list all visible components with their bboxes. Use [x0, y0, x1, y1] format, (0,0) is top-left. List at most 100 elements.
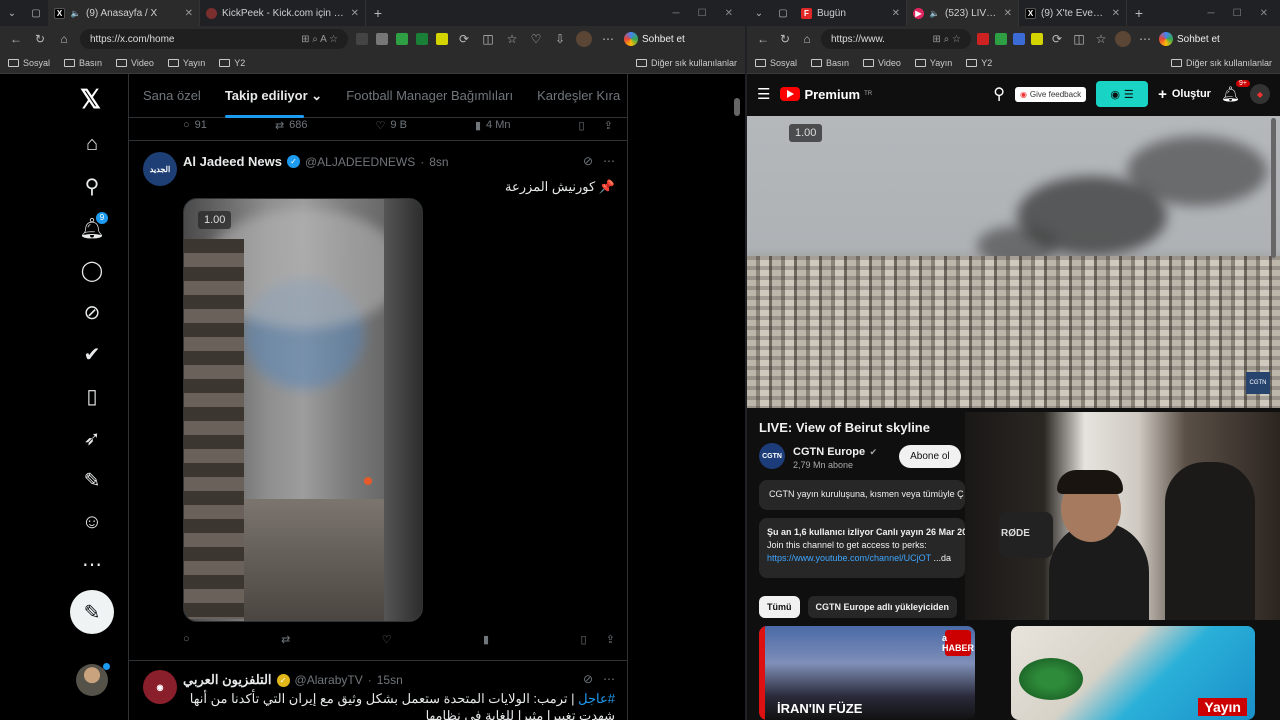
- drafts-icon[interactable]: ✎: [80, 468, 104, 492]
- extension-icon[interactable]: [436, 33, 448, 45]
- extension-icon[interactable]: [356, 33, 368, 45]
- site-tools-icon[interactable]: ⊞ ⌕ A ☆: [301, 34, 338, 45]
- tab-actions-icon[interactable]: ⌄: [0, 0, 24, 26]
- channel-link[interactable]: https://www.youtube.com/channel/UCjOT: [767, 553, 931, 563]
- tab-following[interactable]: Takip ediliyor ⌄: [224, 88, 322, 118]
- bookmark-folder-other[interactable]: Diğer sık kullanılanlar: [1170, 58, 1272, 68]
- new-tab-icon[interactable]: +: [366, 0, 390, 26]
- minimize-icon[interactable]: ─: [1208, 8, 1215, 19]
- post-time[interactable]: 8sn: [429, 155, 448, 169]
- close-tab-icon[interactable]: ✕: [351, 8, 359, 19]
- subscribe-button[interactable]: Abone ol: [899, 444, 961, 468]
- workspaces-icon[interactable]: ▢: [24, 0, 48, 26]
- extension-icon[interactable]: [376, 33, 388, 45]
- reply-button[interactable]: ○ 91: [183, 119, 207, 131]
- bookmark-folder-video[interactable]: Video: [116, 58, 154, 68]
- bookmark-share[interactable]: ▯ ⇪: [581, 633, 615, 646]
- refresh-icon[interactable]: ↻: [32, 32, 48, 46]
- views-button[interactable]: ▮: [483, 633, 489, 646]
- page-scrollbar[interactable]: [734, 98, 740, 116]
- copilot-chat-button[interactable]: Sohbet et: [1159, 32, 1220, 46]
- tab-x-event[interactable]: X (9) X'te Event EXTRA ✕: [1019, 0, 1127, 26]
- author-name[interactable]: Al Jadeed News: [183, 154, 282, 169]
- favorites-icon[interactable]: ☆: [1093, 32, 1109, 46]
- tab-actions-icon[interactable]: ⌄: [747, 0, 771, 26]
- copilot-chat-button[interactable]: Sohbet et: [624, 32, 685, 46]
- close-window-icon[interactable]: ✕: [725, 8, 733, 19]
- workspaces-icon[interactable]: ▢: [771, 0, 795, 26]
- sync-icon[interactable]: ⟳: [1049, 32, 1065, 46]
- notifications-bell-icon[interactable]: 🔔︎ 9+: [1221, 80, 1250, 103]
- author-handle[interactable]: @AlarabyTV: [295, 673, 363, 687]
- post-time[interactable]: 15sn: [377, 673, 403, 687]
- post-avatar[interactable]: ◉: [143, 670, 177, 704]
- tab-for-you[interactable]: Sana özel: [143, 88, 201, 103]
- messages-icon[interactable]: ◯: [80, 258, 104, 282]
- views-button[interactable]: ▮ 4 Mn: [475, 119, 511, 132]
- hamburger-menu-icon[interactable]: ☰: [757, 85, 770, 103]
- bookmark-folder-sosyal[interactable]: Sosyal: [755, 58, 797, 68]
- tab-youtube-live[interactable]: ▶ 🔈 (523) LIVE: View ✕: [907, 0, 1019, 26]
- back-icon[interactable]: ←: [8, 32, 24, 46]
- repost-button[interactable]: ⇄: [281, 633, 290, 646]
- bookmark-folder-yayin[interactable]: Yayın: [914, 58, 952, 68]
- repost-button[interactable]: ⇄ 686: [275, 119, 308, 132]
- close-window-icon[interactable]: ✕: [1260, 8, 1268, 19]
- bookmark-folder-yayin[interactable]: Yayın: [167, 58, 205, 68]
- related-video-thumbnail[interactable]: a HABER İRAN'IN FÜZE: [759, 626, 975, 720]
- show-more-link[interactable]: ...da: [933, 553, 951, 563]
- grok-icon[interactable]: ⊘: [80, 300, 104, 324]
- bookmark-folder-sosyal[interactable]: Sosyal: [8, 58, 50, 68]
- maximize-icon[interactable]: ☐: [698, 8, 707, 19]
- home-icon[interactable]: ⌂: [799, 32, 815, 46]
- new-tab-icon[interactable]: +: [1127, 0, 1151, 26]
- bookmark-share[interactable]: ▯ ⇪: [579, 119, 613, 132]
- extension-icon[interactable]: [1031, 33, 1043, 45]
- extension-icon[interactable]: [1013, 33, 1025, 45]
- youtube-logo[interactable]: Premium TR: [780, 87, 872, 102]
- refresh-icon[interactable]: ↻: [777, 32, 793, 46]
- more-options-icon[interactable]: ⋯: [603, 154, 615, 168]
- extension-icon[interactable]: [995, 33, 1007, 45]
- sync-icon[interactable]: ⟳: [456, 32, 472, 46]
- extension-icon[interactable]: [416, 33, 428, 45]
- bookmark-folder-basin[interactable]: Basın: [811, 58, 849, 68]
- tab-kickpeek[interactable]: KickPeek - Kick.com için Gerçek Za ✕: [200, 0, 366, 26]
- channel-avatar[interactable]: CGTN: [759, 443, 785, 469]
- speaker-icon[interactable]: 🔈: [70, 8, 81, 19]
- more-icon[interactable]: ⋯: [80, 552, 104, 576]
- channel-name[interactable]: CGTN Europe: [793, 446, 865, 458]
- grok-icon[interactable]: ⊘: [583, 154, 593, 168]
- compose-post-button[interactable]: ✎: [70, 590, 114, 634]
- author-name[interactable]: التلفزيون العربي: [183, 672, 272, 688]
- post-video[interactable]: 1.00: [183, 198, 423, 622]
- back-icon[interactable]: ←: [755, 32, 771, 46]
- like-button[interactable]: ♡: [382, 633, 392, 646]
- account-avatar[interactable]: [76, 663, 110, 696]
- funding-notice[interactable]: CGTN yayın kuruluşuna, kısmen veya tümüy…: [759, 480, 965, 510]
- post-aljadeed[interactable]: الجديد Al Jadeed News ✓ @ALJADEEDNEWS · …: [129, 140, 627, 660]
- share-icon[interactable]: ⇪: [604, 119, 613, 132]
- notifications-bell-icon[interactable]: 🔔︎ 9: [79, 212, 108, 240]
- url-field[interactable]: https://x.com/home ⊞ ⌕ A ☆: [80, 29, 348, 49]
- tab-kardesler[interactable]: Kardeşler Kıra: [537, 88, 620, 103]
- bookmark-folder-video[interactable]: Video: [863, 58, 901, 68]
- maximize-icon[interactable]: ☐: [1233, 8, 1242, 19]
- minimize-icon[interactable]: ─: [673, 8, 680, 19]
- profile-avatar[interactable]: [576, 31, 592, 47]
- chip-from-uploader[interactable]: CGTN Europe adlı yükleyiciden: [807, 596, 958, 618]
- tab-football-manager[interactable]: Football Manager Bağımlıları: [346, 88, 513, 103]
- hashtag-link[interactable]: #عاجل: [578, 691, 615, 706]
- home-icon[interactable]: ⌂: [56, 32, 72, 46]
- author-handle[interactable]: @ALJADEEDNEWS: [305, 155, 415, 169]
- bookmark-folder-y2[interactable]: Y2: [966, 58, 992, 68]
- more-menu-icon[interactable]: ⋯: [1137, 32, 1153, 46]
- downloads-icon[interactable]: ⇩: [552, 32, 568, 46]
- post-avatar[interactable]: الجديد: [143, 152, 177, 186]
- playback-speed-label[interactable]: 1.00: [198, 211, 232, 229]
- split-view-icon[interactable]: ◫: [480, 32, 496, 46]
- bookmark-folder-y2[interactable]: Y2: [219, 58, 245, 68]
- site-tools-icon[interactable]: ⊞ ⌕ ☆: [932, 34, 961, 45]
- bookmark-icon[interactable]: ▯: [579, 119, 585, 132]
- playback-speed-label[interactable]: 1.00: [789, 124, 823, 142]
